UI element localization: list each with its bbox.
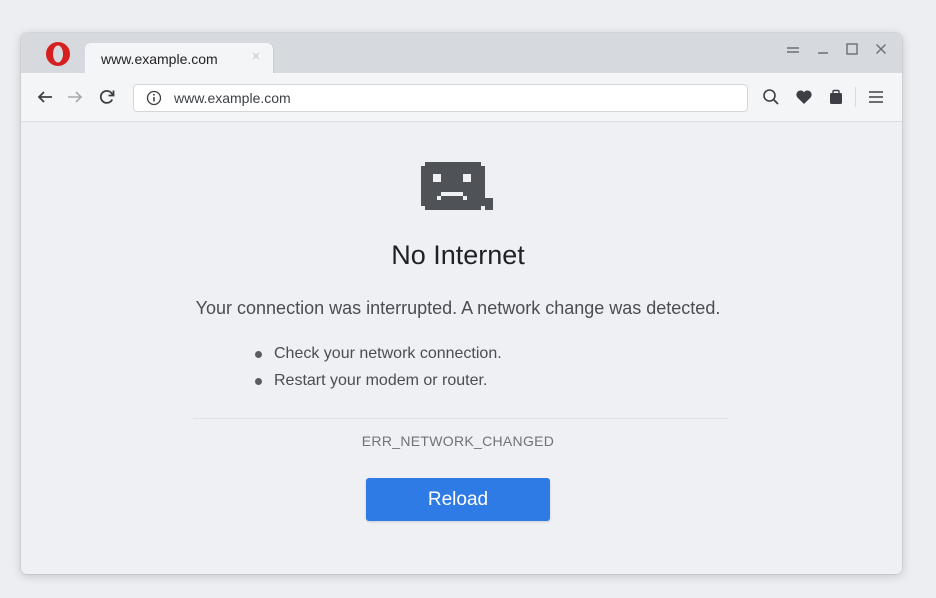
search-icon[interactable] xyxy=(759,85,783,109)
sad-page-icon xyxy=(421,160,497,212)
tab-title: www.example.com xyxy=(101,51,218,67)
divider xyxy=(193,418,729,419)
toolbar-separator xyxy=(855,87,856,107)
suggestion-list: Check your network connection. Restart y… xyxy=(254,344,502,398)
wallet-icon[interactable] xyxy=(824,85,848,109)
list-item: Check your network connection. xyxy=(254,344,502,371)
close-icon[interactable] xyxy=(871,41,891,61)
tab-menu-icon[interactable] xyxy=(783,41,803,61)
browser-window: www.example.com www.example.com No Inter… xyxy=(21,33,902,574)
info-icon[interactable] xyxy=(146,90,162,106)
maximize-icon[interactable] xyxy=(842,41,862,61)
reload-icon[interactable] xyxy=(95,85,119,109)
error-code: ERR_NETWORK_CHANGED xyxy=(361,433,555,449)
error-page: No Internet Your connection was interrup… xyxy=(21,122,902,574)
toolbar: www.example.com xyxy=(21,73,902,122)
error-message: Your connection was interrupted. A netwo… xyxy=(195,298,721,318)
menu-icon[interactable] xyxy=(864,85,888,109)
reload-button[interactable]: Reload xyxy=(366,478,550,521)
heart-icon[interactable] xyxy=(792,85,816,109)
tab-active[interactable]: www.example.com xyxy=(85,43,273,73)
tab-strip: www.example.com xyxy=(21,33,902,73)
list-item: Restart your modem or router. xyxy=(254,371,502,398)
back-arrow-icon[interactable] xyxy=(33,85,57,109)
address-text: www.example.com xyxy=(174,90,291,106)
address-bar[interactable]: www.example.com xyxy=(133,84,748,112)
minimize-icon[interactable] xyxy=(813,41,833,61)
forward-arrow-icon[interactable] xyxy=(63,85,87,109)
close-icon[interactable] xyxy=(249,50,263,64)
opera-logo-icon[interactable] xyxy=(43,41,73,67)
page-title: No Internet xyxy=(391,240,525,270)
